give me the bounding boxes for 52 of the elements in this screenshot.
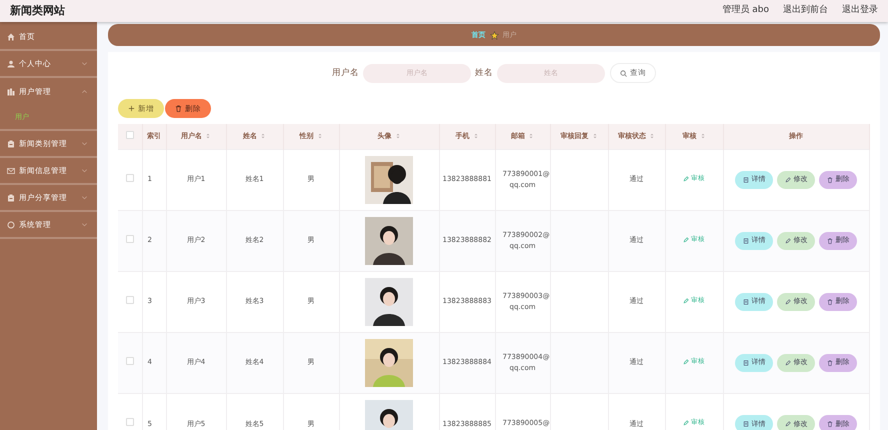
checkbox[interactable]	[126, 356, 134, 365]
checkbox[interactable]	[126, 418, 134, 426]
clipboard-icon	[7, 194, 15, 202]
trash-icon	[826, 360, 832, 366]
pencil-icon	[784, 420, 790, 427]
document-icon	[742, 176, 748, 182]
sort-icon	[649, 133, 655, 140]
person-icon	[7, 60, 15, 68]
pencil-icon	[784, 360, 790, 366]
trash-icon	[175, 105, 182, 112]
field-label: 用户名	[332, 66, 359, 80]
checkbox[interactable]	[126, 174, 134, 182]
field-label: 姓名	[475, 66, 493, 80]
header-link[interactable]: 管理员 abo	[722, 4, 769, 18]
clipboard-icon	[7, 140, 15, 148]
trash-icon	[826, 176, 832, 182]
plus-icon	[128, 105, 135, 112]
sort-icon	[205, 133, 211, 140]
trash-icon	[826, 298, 832, 304]
circle-icon	[7, 220, 15, 228]
trash-icon	[826, 420, 832, 427]
checkbox[interactable]	[126, 296, 134, 304]
star-icon	[490, 30, 498, 40]
checkbox[interactable]	[126, 234, 134, 243]
search-icon	[620, 70, 627, 76]
document-icon	[742, 420, 748, 427]
checkbox[interactable]	[126, 130, 134, 138]
trash-icon	[826, 238, 832, 244]
pencil-icon	[784, 238, 790, 244]
home-icon	[7, 32, 15, 40]
sort-icon	[592, 133, 598, 140]
site-title: 新闻类网站	[10, 2, 65, 19]
document-icon	[742, 298, 748, 304]
header-link[interactable]: 退出登录	[842, 4, 878, 18]
pencil-icon	[784, 298, 790, 304]
pencil-icon	[683, 236, 689, 243]
pencil-icon	[683, 298, 689, 304]
pencil-icon	[784, 176, 790, 182]
sort-icon	[394, 133, 400, 140]
envelope-icon	[7, 166, 15, 174]
sort-icon	[700, 133, 706, 140]
sort-icon	[528, 133, 534, 140]
pencil-icon	[683, 176, 689, 182]
sort-icon	[316, 133, 322, 140]
pencil-icon	[683, 358, 689, 365]
sort-icon	[260, 133, 266, 140]
bar-chart-icon	[7, 88, 15, 96]
pencil-icon	[683, 420, 689, 426]
document-icon	[742, 238, 748, 244]
header-link[interactable]: 退出到前台	[783, 4, 828, 18]
sort-icon	[472, 133, 478, 140]
document-icon	[742, 360, 748, 366]
